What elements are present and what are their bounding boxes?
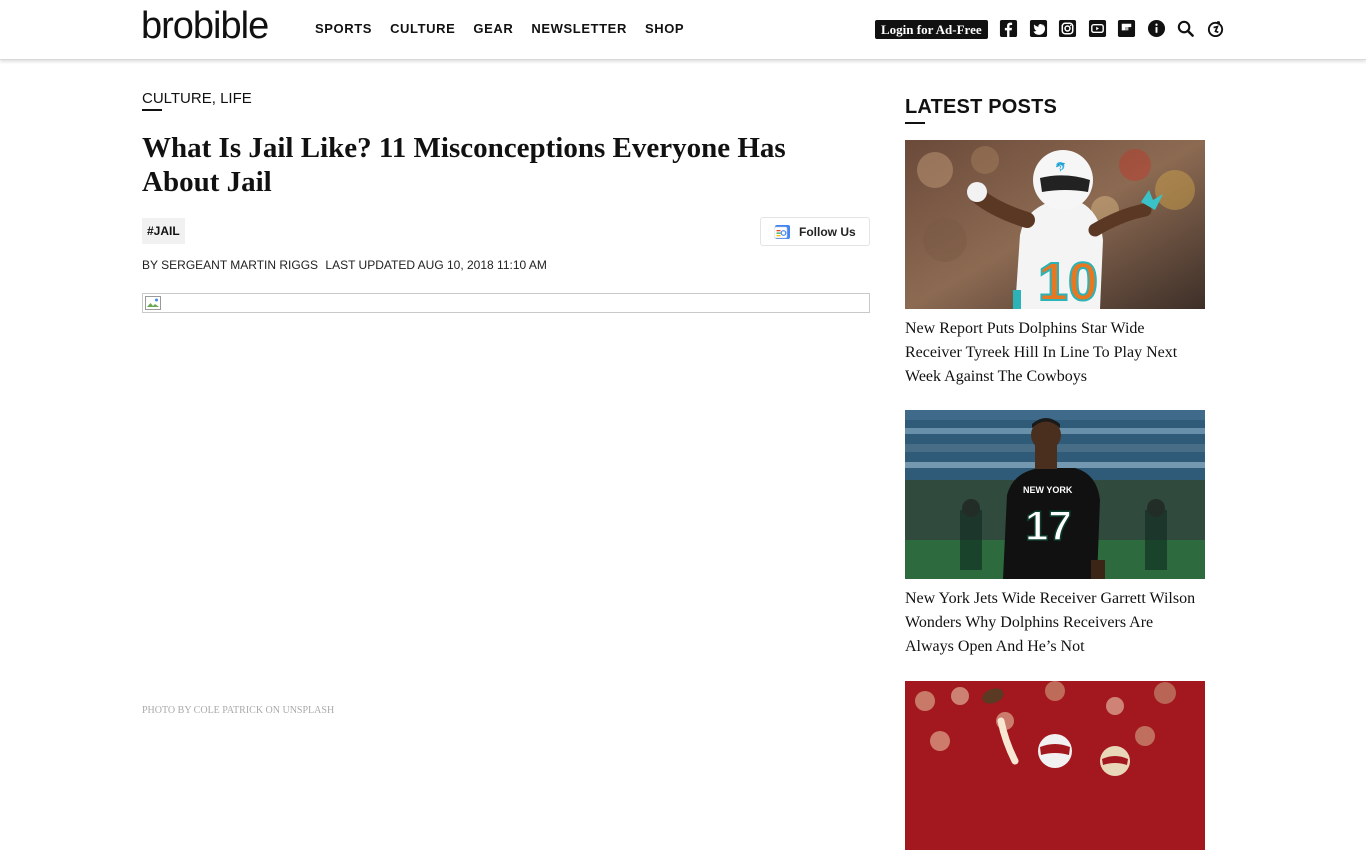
- post-title[interactable]: New York Jets Wide Receiver Garrett Wils…: [905, 587, 1205, 659]
- category-link-culture[interactable]: CULTURE: [142, 90, 212, 107]
- search-icon[interactable]: [1176, 19, 1195, 38]
- author-link[interactable]: SERGEANT MARTIN RIGGS: [161, 258, 318, 272]
- jersey-number: 10: [1038, 252, 1098, 309]
- twitter-icon[interactable]: [1029, 19, 1048, 38]
- site-header: brobible SPORTS CULTURE GEAR NEWSLETTER …: [0, 0, 1366, 60]
- flipboard-icon[interactable]: [1117, 19, 1136, 38]
- tag-jail[interactable]: #JAIL: [142, 218, 185, 244]
- byline-prefix: BY: [142, 258, 158, 272]
- photo-credit: PHOTO BY COLE PATRICK ON UNSPLASH: [142, 705, 335, 716]
- login-ad-free-button[interactable]: Login for Ad-Free: [875, 20, 988, 39]
- category-underline: [142, 109, 162, 111]
- latest-posts-heading: LATEST POSTS: [905, 96, 1058, 118]
- last-updated: LAST UPDATED AUG 10, 2018 11:10 AM: [325, 258, 547, 272]
- latest-posts-underline: [905, 122, 925, 124]
- nav-sports[interactable]: SPORTS: [315, 21, 372, 37]
- info-icon[interactable]: [1147, 19, 1166, 38]
- nav-newsletter[interactable]: NEWSLETTER: [531, 21, 627, 37]
- post-title[interactable]: New Report Puts Dolphins Star Wide Recei…: [905, 317, 1205, 389]
- svg-text:🐬: 🐬: [1055, 161, 1066, 172]
- hero-image: [142, 293, 870, 313]
- facebook-icon[interactable]: [999, 19, 1018, 38]
- article-categories: CULTURE, LIFE: [142, 90, 252, 111]
- follow-us-label: Follow Us: [799, 224, 856, 239]
- instagram-icon[interactable]: [1058, 19, 1077, 38]
- category-link-life[interactable]: LIFE: [220, 90, 252, 107]
- category-separator: ,: [211, 90, 221, 107]
- latest-post-1[interactable]: 🐬 10 New Report Puts Dolphins Star Wide …: [905, 140, 1205, 389]
- nav-shop[interactable]: SHOP: [645, 21, 684, 37]
- article-title: What Is Jail Like? 11 Misconceptions Eve…: [142, 132, 786, 198]
- google-news-icon: [774, 224, 790, 239]
- post-thumbnail[interactable]: [905, 681, 1205, 850]
- latest-post-2[interactable]: NEW YORK 17 New York Jets Wide Receiver …: [905, 410, 1205, 659]
- post-thumbnail[interactable]: NEW YORK 17: [905, 410, 1205, 579]
- header-icons: [999, 19, 1235, 38]
- nav-gear[interactable]: GEAR: [473, 21, 513, 37]
- youtube-icon[interactable]: [1088, 19, 1107, 38]
- jersey-number: 17: [1025, 502, 1072, 549]
- main-nav: SPORTS CULTURE GEAR NEWSLETTER SHOP: [315, 21, 702, 37]
- jersey-text: NEW YORK: [1023, 485, 1073, 495]
- broken-image-icon: [145, 296, 161, 310]
- nav-culture[interactable]: CULTURE: [390, 21, 455, 37]
- byline: BY SERGEANT MARTIN RIGGS LAST UPDATED AU…: [142, 258, 547, 272]
- latest-post-3[interactable]: [905, 681, 1205, 858]
- site-logo[interactable]: brobible: [141, 6, 269, 46]
- accessibility-icon[interactable]: [1206, 19, 1225, 38]
- post-thumbnail[interactable]: 🐬 10: [905, 140, 1205, 309]
- follow-us-button[interactable]: Follow Us: [760, 217, 870, 246]
